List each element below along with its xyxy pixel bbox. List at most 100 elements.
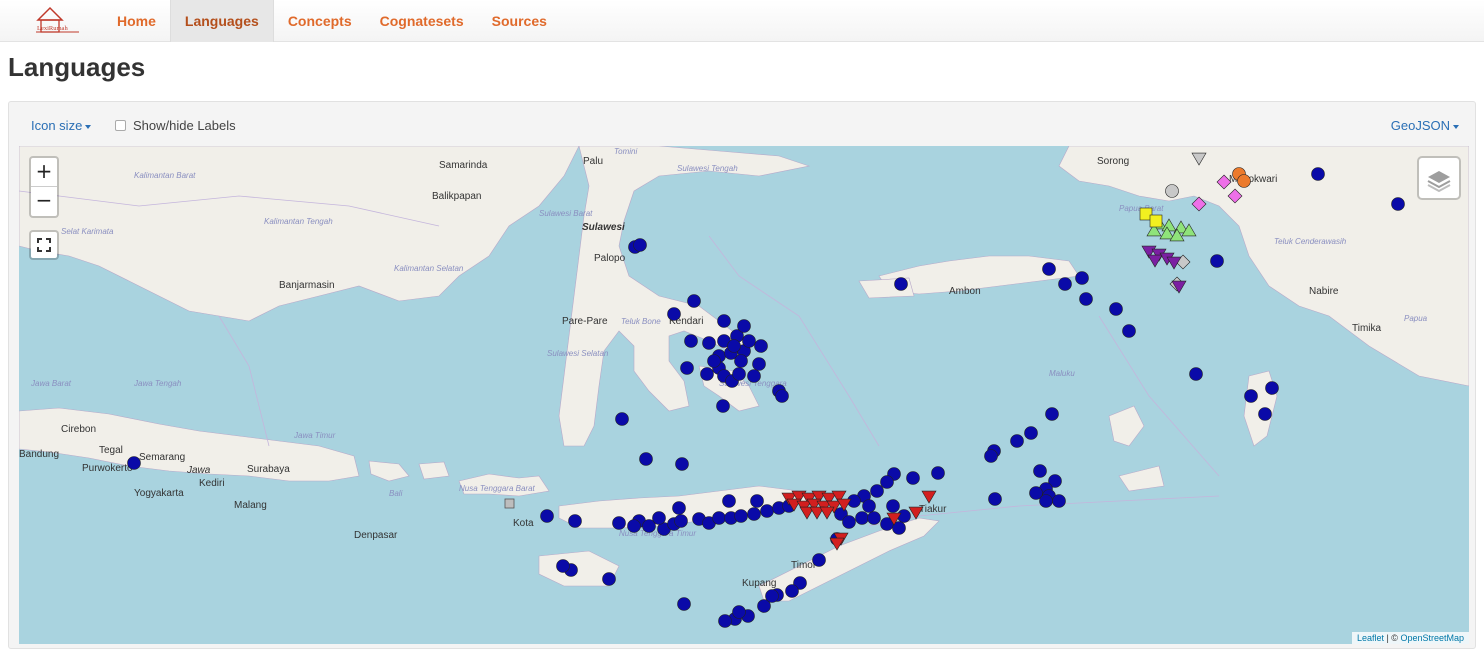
orange-circle-marker[interactable]: [1237, 174, 1251, 188]
blue-circle-marker[interactable]: [627, 519, 641, 533]
blue-circle-marker[interactable]: [1122, 324, 1136, 338]
blue-circle-marker[interactable]: [750, 494, 764, 508]
labels-toggle[interactable]: Show/hide Labels: [115, 118, 236, 133]
leaflet-link[interactable]: Leaflet: [1357, 633, 1384, 643]
blue-circle-marker[interactable]: [760, 504, 774, 518]
blue-circle-marker[interactable]: [687, 294, 701, 308]
blue-circle-marker[interactable]: [906, 471, 920, 485]
blue-circle-marker[interactable]: [727, 339, 741, 353]
blue-circle-marker[interactable]: [1033, 464, 1047, 478]
blue-circle-marker[interactable]: [886, 499, 900, 513]
blue-circle-marker[interactable]: [672, 501, 686, 515]
blue-circle-marker[interactable]: [612, 516, 626, 530]
blue-circle-marker[interactable]: [680, 361, 694, 375]
blue-circle-marker[interactable]: [1265, 381, 1279, 395]
blue-circle-marker[interactable]: [1039, 494, 1053, 508]
blue-circle-marker[interactable]: [737, 319, 751, 333]
blue-circle-marker[interactable]: [568, 514, 582, 528]
zoom-in-button[interactable]: +: [31, 158, 57, 187]
nav-concepts[interactable]: Concepts: [274, 0, 366, 42]
blue-circle-marker[interactable]: [1079, 292, 1093, 306]
blue-circle-marker[interactable]: [870, 484, 884, 498]
blue-circle-marker[interactable]: [812, 553, 826, 567]
blue-circle-marker[interactable]: [1210, 254, 1224, 268]
blue-circle-marker[interactable]: [712, 511, 726, 525]
blue-circle-marker[interactable]: [747, 369, 761, 383]
blue-circle-marker[interactable]: [718, 614, 732, 628]
brand-logo[interactable]: LexiRumah: [32, 3, 82, 37]
blue-circle-marker[interactable]: [556, 559, 570, 573]
blue-circle-marker[interactable]: [675, 457, 689, 471]
blue-circle-marker[interactable]: [752, 357, 766, 371]
blue-circle-marker[interactable]: [984, 449, 998, 463]
blue-circle-marker[interactable]: [1058, 277, 1072, 291]
fullscreen-button[interactable]: [29, 230, 59, 260]
blue-circle-marker[interactable]: [684, 334, 698, 348]
blue-circle-marker[interactable]: [785, 584, 799, 598]
osm-link[interactable]: OpenStreetMap: [1400, 633, 1464, 643]
blue-circle-marker[interactable]: [775, 389, 789, 403]
blue-circle-marker[interactable]: [862, 499, 876, 513]
blue-circle-marker[interactable]: [702, 336, 716, 350]
icon-size-dropdown[interactable]: Icon size: [31, 118, 92, 133]
blue-circle-marker[interactable]: [633, 238, 647, 252]
zoom-out-button[interactable]: −: [31, 187, 57, 216]
blue-circle-marker[interactable]: [1311, 167, 1325, 181]
yellow-square-marker[interactable]: [1149, 214, 1163, 228]
geojson-dropdown[interactable]: GeoJSON: [1391, 118, 1459, 133]
basemap[interactable]: Kalimantan Barat Kalimantan Tengah Kalim…: [19, 146, 1469, 644]
blue-circle-marker[interactable]: [1109, 302, 1123, 316]
blue-circle-marker[interactable]: [734, 509, 748, 523]
blue-circle-marker[interactable]: [747, 507, 761, 521]
nav-sources[interactable]: Sources: [478, 0, 561, 42]
red-triangle-marker[interactable]: [921, 490, 937, 504]
purple-triangle-marker[interactable]: [1147, 254, 1163, 268]
blue-circle-marker[interactable]: [707, 354, 721, 368]
blue-circle-marker[interactable]: [880, 475, 894, 489]
blue-circle-marker[interactable]: [732, 605, 746, 619]
layers-control[interactable]: [1417, 156, 1461, 200]
blue-circle-marker[interactable]: [867, 511, 881, 525]
blue-circle-marker[interactable]: [988, 492, 1002, 506]
blue-circle-marker[interactable]: [1024, 426, 1038, 440]
blue-circle-marker[interactable]: [1010, 434, 1024, 448]
blue-circle-marker[interactable]: [722, 494, 736, 508]
blue-circle-marker[interactable]: [615, 412, 629, 426]
labels-checkbox[interactable]: [115, 120, 126, 131]
blue-circle-marker[interactable]: [127, 456, 141, 470]
blue-circle-marker[interactable]: [1052, 494, 1066, 508]
blue-circle-marker[interactable]: [716, 399, 730, 413]
green-triangle-marker[interactable]: [1161, 218, 1177, 232]
blue-circle-marker[interactable]: [677, 597, 691, 611]
blue-circle-marker[interactable]: [717, 314, 731, 328]
blue-circle-marker[interactable]: [540, 509, 554, 523]
blue-circle-marker[interactable]: [732, 367, 746, 381]
blue-circle-marker[interactable]: [1075, 271, 1089, 285]
blue-circle-marker[interactable]: [855, 511, 869, 525]
blue-circle-marker[interactable]: [1045, 407, 1059, 421]
blue-circle-marker[interactable]: [894, 277, 908, 291]
blue-circle-marker[interactable]: [842, 515, 856, 529]
nav-languages[interactable]: Languages: [169, 0, 274, 42]
blue-circle-marker[interactable]: [1391, 197, 1405, 211]
grey-circle-marker[interactable]: [1165, 184, 1179, 198]
blue-circle-marker[interactable]: [1258, 407, 1272, 421]
blue-circle-marker[interactable]: [639, 452, 653, 466]
red-triangle-marker[interactable]: [819, 506, 835, 520]
blue-circle-marker[interactable]: [1189, 367, 1203, 381]
blue-circle-marker[interactable]: [602, 572, 616, 586]
blue-circle-marker[interactable]: [1042, 262, 1056, 276]
blue-circle-marker[interactable]: [734, 354, 748, 368]
blue-circle-marker[interactable]: [931, 466, 945, 480]
blue-circle-marker[interactable]: [652, 511, 666, 525]
blue-circle-marker[interactable]: [742, 334, 756, 348]
blue-circle-marker[interactable]: [674, 514, 688, 528]
blue-circle-marker[interactable]: [700, 367, 714, 381]
blue-circle-marker[interactable]: [754, 339, 768, 353]
blue-circle-marker[interactable]: [765, 589, 779, 603]
blue-circle-marker[interactable]: [1244, 389, 1258, 403]
nav-home[interactable]: Home: [103, 0, 170, 42]
nav-cognatesets[interactable]: Cognatesets: [366, 0, 478, 42]
map-canvas[interactable]: Kalimantan Barat Kalimantan Tengah Kalim…: [19, 146, 1469, 644]
blue-circle-marker[interactable]: [667, 307, 681, 321]
